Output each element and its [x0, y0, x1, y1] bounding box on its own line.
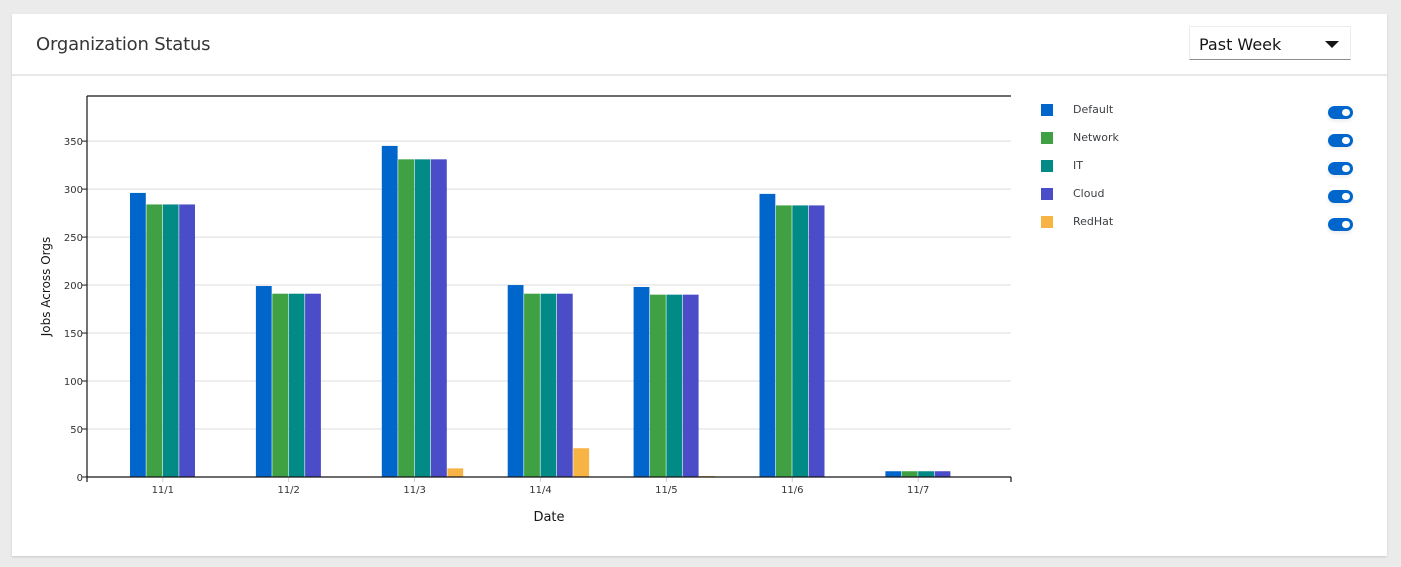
- series-toggle-redhat[interactable]: [1328, 218, 1353, 231]
- legend-swatch: [1041, 216, 1053, 228]
- series-toggle-network[interactable]: [1328, 134, 1353, 147]
- bar-network: [272, 293, 289, 477]
- y-axis-label: Jobs Across Orgs: [39, 237, 53, 338]
- toggle-knob: [1342, 193, 1350, 200]
- legend-label: IT: [1073, 159, 1083, 172]
- bar-default: [507, 285, 524, 477]
- bar-network: [901, 471, 918, 477]
- y-tick-label: 100: [64, 377, 83, 388]
- y-tick-label: 200: [64, 281, 83, 292]
- bar-network: [650, 294, 666, 477]
- bar-cloud: [305, 293, 321, 477]
- bar-cloud: [556, 293, 573, 477]
- x-tick-label: 11/4: [529, 485, 551, 496]
- x-tick-label: 11/1: [152, 485, 174, 496]
- bar-redhat: [447, 468, 464, 477]
- bar-network: [398, 159, 414, 477]
- y-tick-label: 300: [64, 185, 83, 196]
- bar-network: [524, 293, 540, 477]
- legend-label: Network: [1073, 131, 1119, 144]
- x-tick-label: 11/6: [781, 485, 803, 496]
- bar-it: [666, 294, 683, 477]
- bar-network: [775, 205, 792, 477]
- legend-label: Default: [1073, 103, 1114, 116]
- toggle-knob: [1342, 221, 1350, 228]
- bar-it: [162, 204, 179, 477]
- x-tick-label: 11/2: [277, 485, 299, 496]
- bar-cloud: [179, 204, 195, 477]
- y-tick-label: 350: [64, 137, 83, 148]
- bar-default: [633, 286, 650, 477]
- y-tick-label: 150: [64, 329, 83, 340]
- legend-swatch: [1041, 104, 1053, 116]
- y-tick-label: 0: [77, 473, 83, 484]
- toggle-knob: [1342, 165, 1350, 172]
- bar-redhat: [573, 448, 590, 477]
- legend-label: RedHat: [1073, 215, 1114, 228]
- legend-swatch: [1041, 132, 1053, 144]
- bar-it: [414, 159, 431, 477]
- series-toggle-default[interactable]: [1328, 106, 1353, 119]
- bar-cloud: [808, 205, 825, 477]
- legend-item-network: Network: [1030, 126, 1360, 147]
- bar-network: [146, 204, 163, 477]
- bar-it: [792, 205, 809, 477]
- y-tick-label: 250: [64, 233, 83, 244]
- toggle-knob: [1342, 137, 1350, 144]
- legend-item-redhat: RedHat: [1030, 210, 1360, 231]
- legend-item-it: IT: [1030, 154, 1360, 175]
- bar-chart: 0 50 100 150 200 250 300 350 11/1 11/2 11/3 11/4 11/…: [39, 95, 1012, 525]
- bar-cloud: [682, 294, 699, 477]
- bar-default: [130, 192, 146, 477]
- x-axis-label: Date: [533, 510, 564, 525]
- y-tick-label: 50: [70, 425, 83, 436]
- bar-cloud: [934, 471, 951, 477]
- legend-item-cloud: Cloud: [1030, 182, 1360, 203]
- legend-swatch: [1041, 160, 1053, 172]
- x-tick-label: 11/7: [907, 485, 929, 496]
- bar-default: [255, 286, 272, 477]
- series-toggle-it[interactable]: [1328, 162, 1353, 175]
- bar-it: [288, 293, 305, 477]
- toggle-knob: [1342, 109, 1350, 116]
- legend-item-default: Default: [1030, 98, 1360, 119]
- x-tick-label: 11/3: [403, 485, 425, 496]
- legend-swatch: [1041, 188, 1053, 200]
- bar-default: [759, 193, 776, 478]
- bar-it: [540, 293, 557, 477]
- bar-default: [381, 145, 398, 477]
- bar-cloud: [431, 159, 447, 477]
- x-tick-label: 11/5: [655, 485, 677, 496]
- bar-default: [885, 471, 902, 477]
- series-toggle-cloud[interactable]: [1328, 190, 1353, 203]
- bar-it: [918, 471, 934, 477]
- legend-label: Cloud: [1073, 187, 1105, 200]
